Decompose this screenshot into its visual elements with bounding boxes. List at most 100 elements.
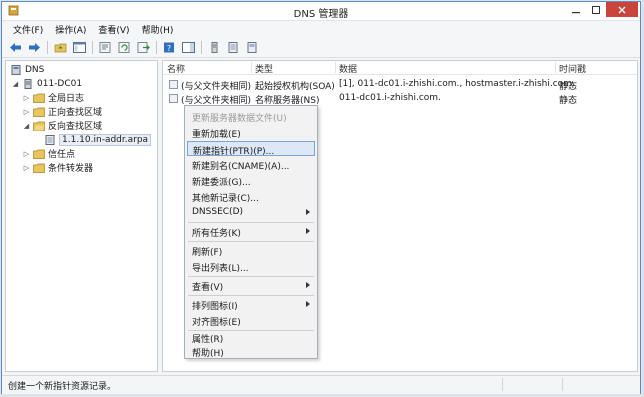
tree-node-forward-zones[interactable]: ▷ 正向查找区域 — [23, 105, 102, 118]
record-icon — [247, 41, 256, 53]
tree-label-reverse-zones: 反向查找区域 — [48, 122, 103, 132]
menu-item-new-delegation[interactable]: 新建委派(G)... — [187, 173, 315, 188]
tree-node-server[interactable]: ◢ 011-DC01 — [12, 77, 82, 90]
collapse-icon[interactable]: ◢ — [23, 122, 30, 130]
menu-item-all-tasks[interactable]: 所有任务(K) — [187, 224, 315, 239]
menu-help[interactable]: 帮助(H) — [137, 23, 181, 36]
help-button[interactable]: ? — [161, 40, 177, 54]
menu-item-arrange-icons[interactable]: 排列图标(I) — [187, 297, 315, 312]
export-list-button[interactable] — [135, 40, 151, 54]
tree-label-server: 011-DC01 — [37, 78, 83, 89]
column-header-timestamp[interactable]: 时间戳 — [559, 62, 586, 75]
column-header-type[interactable]: 类型 — [255, 62, 273, 75]
menu-item-refresh[interactable]: 刷新(F) — [187, 243, 315, 258]
column-divider[interactable] — [335, 62, 336, 73]
cell-data: 011-dc01.i-zhishi.com. — [339, 93, 441, 103]
collapse-icon[interactable]: ◢ — [12, 80, 19, 88]
maximize-button[interactable] — [586, 2, 606, 17]
folder-icon — [33, 107, 45, 117]
menu-item-update-server-data[interactable]: 更新服务器数据文件(U) — [187, 109, 315, 124]
menu-item-dnssec[interactable]: DNSSEC(D) — [187, 205, 315, 220]
menu-bar: 文件(F) 操作(A) 查看(V) 帮助(H) — [2, 21, 640, 37]
column-divider[interactable] — [251, 62, 252, 73]
menu-item-new-ptr[interactable]: 新建指针(PTR)(P)... — [187, 141, 315, 157]
column-header-data[interactable]: 数据 — [339, 62, 357, 75]
tree-label-forward-zones: 正向查找区域 — [48, 108, 103, 118]
window-title: DNS 管理器 — [293, 9, 349, 20]
properties-button[interactable] — [97, 40, 113, 54]
folder-icon — [33, 149, 45, 159]
show-action-pane-button[interactable] — [180, 40, 196, 54]
expand-icon[interactable]: ▷ — [23, 94, 30, 102]
menu-item-export-list[interactable]: 导出列表(L)... — [187, 259, 315, 274]
record-icon — [169, 80, 178, 89]
context-menu: 更新服务器数据文件(U) 重新加载(E) 新建指针(PTR)(P)... 新建别… — [184, 105, 318, 359]
dns-icon — [11, 64, 21, 75]
status-divider — [502, 378, 503, 391]
menu-item-label: 重新加载(E) — [192, 130, 241, 140]
status-text: 创建一个新指针资源记录。 — [8, 382, 117, 392]
expand-icon[interactable]: ▷ — [23, 150, 30, 158]
menu-item-label: 其他新记录(C)... — [192, 194, 259, 204]
zone-button[interactable] — [225, 40, 241, 54]
show-hide-tree-button[interactable] — [71, 40, 87, 54]
up-folder-button[interactable] — [52, 40, 68, 54]
tree-node-dns[interactable]: DNS — [10, 63, 44, 76]
menu-separator — [188, 295, 314, 296]
menu-item-label: 新建别名(CNAME)(A)... — [192, 162, 290, 172]
record-icon — [169, 94, 178, 103]
tree-node-reverse-zones[interactable]: ◢ 反向查找区域 — [23, 119, 102, 132]
menu-item-other-records[interactable]: 其他新记录(C)... — [187, 189, 315, 204]
menu-view[interactable]: 查看(V) — [93, 23, 136, 36]
back-button[interactable] — [7, 40, 23, 54]
column-header-name[interactable]: 名称 — [167, 62, 185, 75]
expand-icon[interactable]: ▷ — [23, 164, 30, 172]
refresh-icon — [118, 41, 129, 53]
menu-item-help[interactable]: 帮助(H) — [187, 344, 315, 359]
record-button[interactable] — [244, 40, 260, 54]
table-row[interactable]: (与父文件夹相同) 名称服务器(NS) 011-dc01.i-zhishi.co… — [163, 92, 637, 106]
server-button[interactable] — [206, 40, 222, 54]
menu-item-label: 对齐图标(E) — [192, 318, 241, 328]
menu-item-view[interactable]: 查看(V) — [187, 278, 315, 293]
menu-item-properties[interactable]: 属性(R) — [187, 330, 315, 345]
action-pane-icon — [181, 41, 195, 53]
server-icon — [24, 78, 32, 89]
console-tree[interactable]: DNS ◢ 011-DC01 ▷ 全局日志 ▷ 正向查找区域 ◢ 反向查找区域 … — [5, 60, 158, 372]
close-button[interactable] — [606, 2, 638, 17]
expand-icon[interactable]: ▷ — [23, 108, 30, 116]
submenu-arrow-icon — [306, 228, 310, 234]
menu-separator — [188, 241, 314, 242]
tree-node-conditional-forwarders[interactable]: ▷ 条件转发器 — [23, 161, 93, 174]
cell-timestamp: 静态 — [559, 82, 578, 92]
menu-item-line-up-icons[interactable]: 对齐图标(E) — [187, 313, 315, 328]
menu-separator — [188, 276, 314, 277]
menu-item-label: 排列图标(I) — [192, 302, 238, 312]
forward-button[interactable] — [26, 40, 42, 54]
close-icon — [618, 6, 626, 13]
menu-file[interactable]: 文件(F) — [8, 23, 50, 36]
menu-item-label: 所有任务(K) — [192, 229, 241, 239]
minimize-button[interactable] — [566, 2, 586, 17]
folder-icon — [33, 163, 45, 173]
toolbar-separator — [47, 40, 48, 54]
column-divider[interactable] — [555, 62, 556, 73]
refresh-button[interactable] — [116, 40, 132, 54]
export-icon — [137, 41, 150, 53]
toolbar-separator — [201, 40, 202, 54]
submenu-arrow-icon — [306, 209, 310, 215]
tree-node-selected-zone[interactable]: 1.1.10.in-addr.arpa — [44, 133, 152, 146]
tree-node-trust-points[interactable]: ▷ 信任点 — [23, 147, 75, 160]
toolbar: ? — [2, 37, 640, 58]
title-bar: DNS 管理器 — [2, 2, 640, 21]
svg-text:?: ? — [166, 44, 170, 53]
zone-icon — [228, 41, 237, 53]
table-row[interactable]: (与父文件夹相同) 起始授权机构(SOA) [1], 011-dc01.i-zh… — [163, 78, 637, 92]
cell-type: 起始授权机构(SOA) — [255, 82, 335, 92]
menu-item-label: 刷新(F) — [192, 248, 223, 258]
tree-node-global-logs[interactable]: ▷ 全局日志 — [23, 91, 84, 104]
menu-item-reload[interactable]: 重新加载(E) — [187, 125, 315, 140]
menu-action[interactable]: 操作(A) — [50, 23, 93, 36]
menu-item-new-cname[interactable]: 新建别名(CNAME)(A)... — [187, 157, 315, 172]
menu-item-label: 新建委派(G)... — [192, 178, 251, 188]
